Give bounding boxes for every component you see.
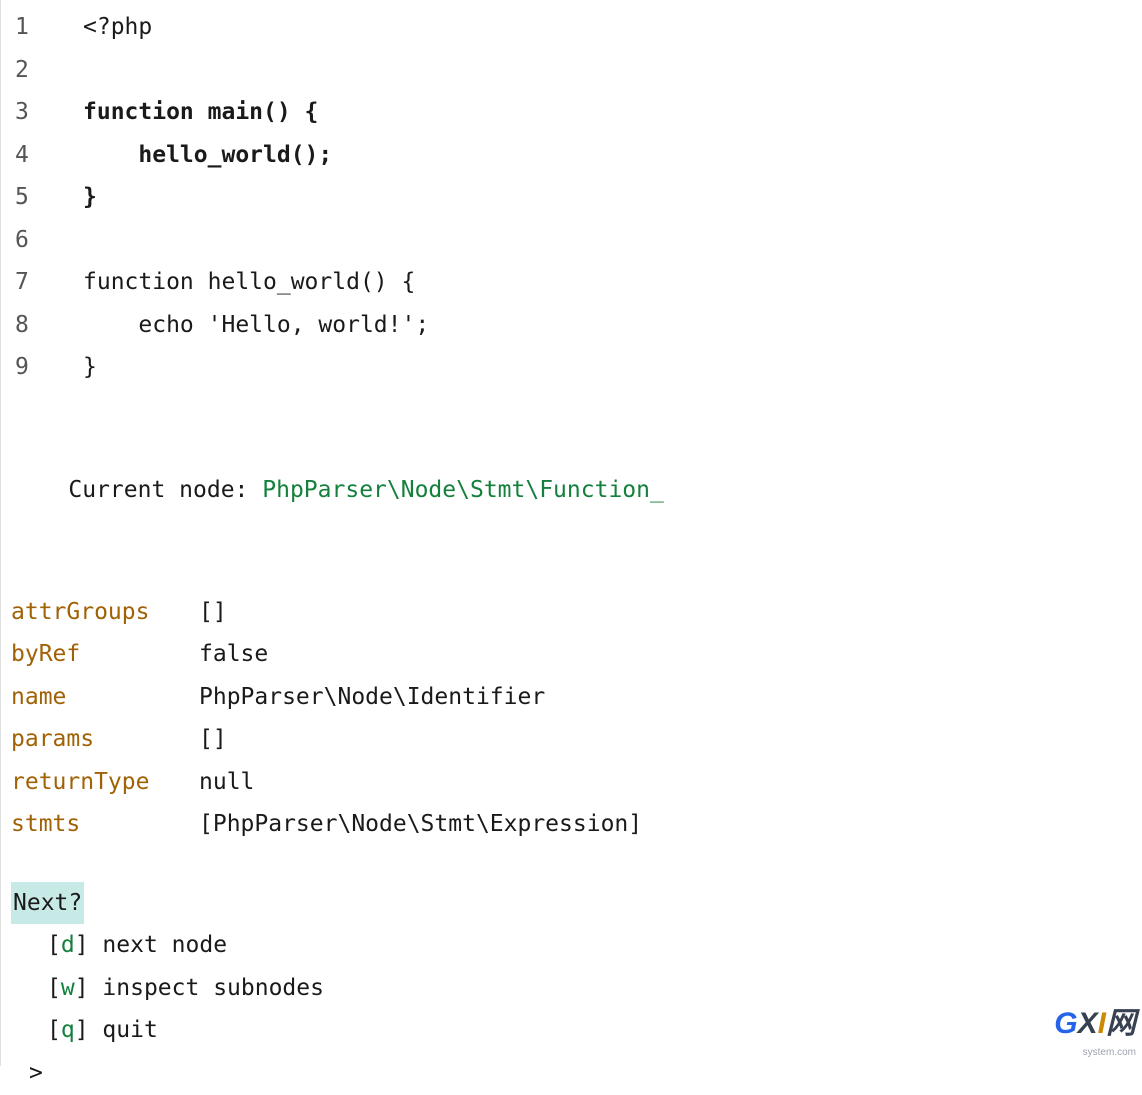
code-line: 7function hello_world() { [11, 261, 429, 304]
code-listing: 1<?php23function main() {4 hello_world()… [11, 6, 429, 389]
property-row: stmts[PhpParser\Node\Stmt\Expression] [11, 803, 1132, 846]
code-text: } [57, 346, 429, 389]
property-key: attrGroups [11, 591, 199, 634]
code-text: <?php [57, 6, 429, 49]
code-line: 3function main() { [11, 91, 429, 134]
property-key: returnType [11, 761, 199, 804]
line-number: 4 [11, 134, 57, 177]
prompt-cursor[interactable]: > [11, 1052, 1132, 1095]
current-node-label: Current node: [68, 477, 262, 503]
code-text: function hello_world() { [57, 261, 429, 304]
property-value: PhpParser\Node\Identifier [199, 676, 545, 719]
code-line: 9} [11, 346, 429, 389]
line-number: 1 [11, 6, 57, 49]
code-text: function main() { [57, 91, 429, 134]
line-number: 2 [11, 49, 57, 92]
property-value: null [199, 761, 254, 804]
current-node-line: Current node: PhpParser\Node\Stmt\Functi… [11, 427, 1132, 555]
option-key: q [61, 1017, 75, 1043]
line-number: 9 [11, 346, 57, 389]
option-key: w [61, 975, 75, 1001]
line-number: 5 [11, 176, 57, 219]
code-text: hello_world(); [57, 134, 429, 177]
property-key: byRef [11, 633, 199, 676]
code-line: 5} [11, 176, 429, 219]
line-number: 8 [11, 304, 57, 347]
code-text [57, 219, 429, 262]
code-text [57, 49, 429, 92]
prompt-block: Next? [d] next node[w] inspect subnodes[… [11, 882, 1132, 1095]
line-number: 7 [11, 261, 57, 304]
code-line: 2 [11, 49, 429, 92]
option-key: d [61, 932, 75, 958]
option-desc: inspect subnodes [102, 975, 324, 1001]
line-number: 3 [11, 91, 57, 134]
code-line: 8 echo 'Hello, world!'; [11, 304, 429, 347]
code-text: } [57, 176, 429, 219]
property-value: [] [199, 591, 227, 634]
current-node-value: PhpParser\Node\Stmt\Function_ [262, 477, 664, 503]
watermark-logo: GXI网 system.com [1054, 996, 1136, 1062]
code-line: 4 hello_world(); [11, 134, 429, 177]
node-properties: attrGroups[]byReffalsenamePhpParser\Node… [11, 591, 1132, 846]
property-value: [PhpParser\Node\Stmt\Expression] [199, 803, 642, 846]
prompt-option[interactable]: [w] inspect subnodes [11, 967, 1132, 1010]
prompt-question: Next? [11, 882, 84, 925]
option-desc: next node [102, 932, 227, 958]
property-key: name [11, 676, 199, 719]
property-value: [] [199, 718, 227, 761]
property-value: false [199, 633, 268, 676]
property-row: returnTypenull [11, 761, 1132, 804]
property-row: params[] [11, 718, 1132, 761]
property-row: byReffalse [11, 633, 1132, 676]
prompt-option[interactable]: [q] quit [11, 1009, 1132, 1052]
prompt-option[interactable]: [d] next node [11, 924, 1132, 967]
property-row: attrGroups[] [11, 591, 1132, 634]
code-text: echo 'Hello, world!'; [57, 304, 429, 347]
property-key: params [11, 718, 199, 761]
code-line: 6 [11, 219, 429, 262]
code-line: 1<?php [11, 6, 429, 49]
property-row: namePhpParser\Node\Identifier [11, 676, 1132, 719]
option-desc: quit [102, 1017, 157, 1043]
line-number: 6 [11, 219, 57, 262]
property-key: stmts [11, 803, 199, 846]
